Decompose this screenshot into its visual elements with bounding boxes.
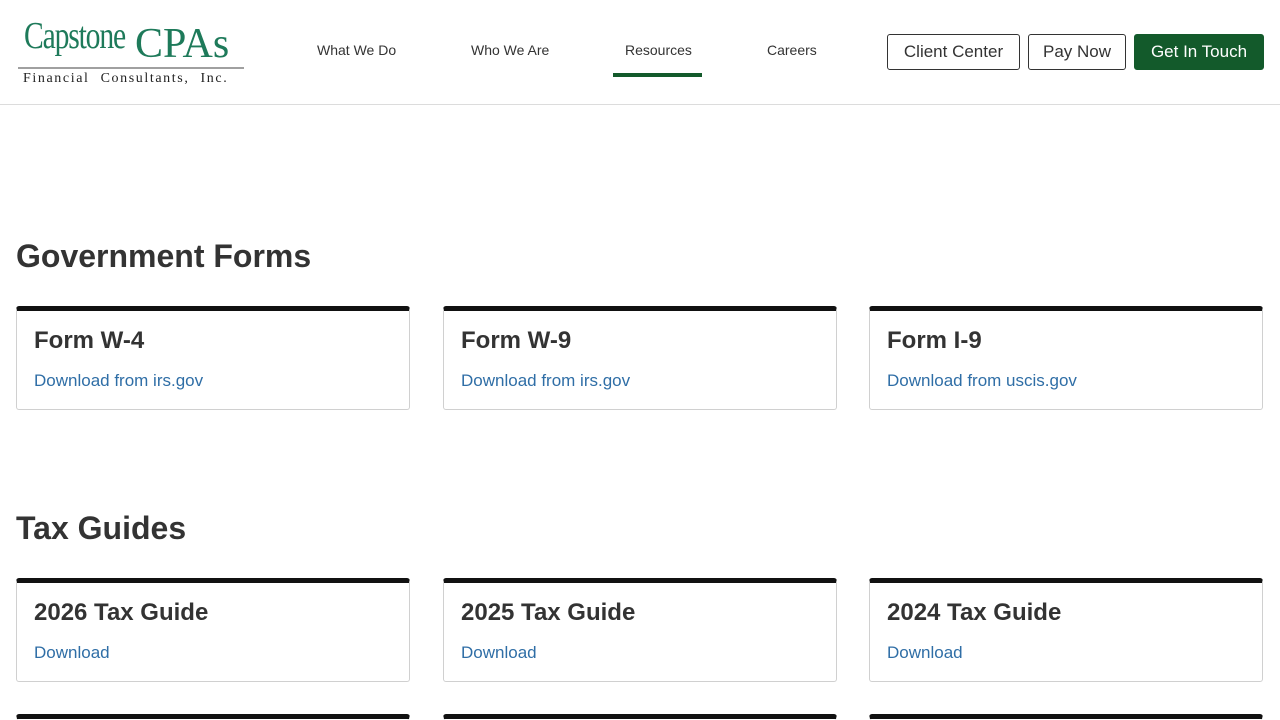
nav-active-indicator	[613, 73, 702, 77]
tax-guide-card: 2026 Tax Guide Download	[16, 578, 410, 682]
get-in-touch-button[interactable]: Get In Touch	[1134, 34, 1264, 70]
card-title: Form I-9	[887, 327, 982, 354]
download-link[interactable]: Download from irs.gov	[461, 371, 630, 391]
download-link[interactable]: Download from uscis.gov	[887, 371, 1077, 391]
download-link[interactable]: Download	[34, 643, 110, 663]
tax-guide-card-partial	[869, 714, 1263, 720]
government-forms-heading: Government Forms	[16, 238, 312, 274]
download-link[interactable]: Download	[887, 643, 963, 663]
nav-what-we-do[interactable]: What We Do	[317, 42, 396, 58]
tax-guide-card: 2025 Tax Guide Download	[443, 578, 837, 682]
tax-guide-card-partial	[443, 714, 837, 720]
site-header: Capstone CPAs Financial Consultants, Inc…	[0, 0, 1280, 105]
client-center-button[interactable]: Client Center	[887, 34, 1020, 70]
nav-resources[interactable]: Resources	[625, 42, 692, 58]
logo-subtitle: Financial Consultants, Inc.	[23, 71, 229, 86]
download-link[interactable]: Download from irs.gov	[34, 371, 203, 391]
company-logo[interactable]: Capstone CPAs Financial Consultants, Inc…	[18, 14, 246, 90]
nav-who-we-are[interactable]: Who We Are	[471, 42, 549, 58]
tax-guides-heading: Tax Guides	[16, 510, 187, 546]
card-title: 2025 Tax Guide	[461, 599, 636, 626]
logo-accent: CPAs	[135, 21, 230, 67]
form-card: Form W-9 Download from irs.gov	[443, 306, 837, 410]
logo-wordmark: Capstone	[24, 15, 126, 57]
card-title: Form W-9	[461, 327, 572, 354]
form-card: Form I-9 Download from uscis.gov	[869, 306, 1263, 410]
download-link[interactable]: Download	[461, 643, 537, 663]
tax-guide-card: 2024 Tax Guide Download	[869, 578, 1263, 682]
pay-now-button[interactable]: Pay Now	[1028, 34, 1126, 70]
logo-divider	[18, 67, 244, 69]
form-card: Form W-4 Download from irs.gov	[16, 306, 410, 410]
card-title: 2024 Tax Guide	[887, 599, 1062, 626]
nav-careers[interactable]: Careers	[767, 42, 817, 58]
card-title: Form W-4	[34, 327, 145, 354]
card-title: 2026 Tax Guide	[34, 599, 209, 626]
tax-guide-card-partial	[16, 714, 410, 720]
